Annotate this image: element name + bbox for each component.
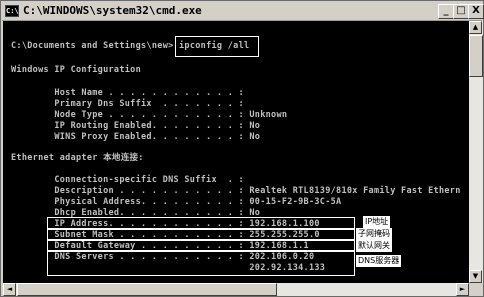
scroll-right-arrow-icon[interactable]: ► [456,283,469,296]
title-bar[interactable]: C:\ C:\WINDOWS\system32\cmd.exe _ □ X [2,2,484,21]
console-line: Windows IP Configuration [11,65,142,75]
close-button[interactable]: X [468,4,484,19]
minimize-button[interactable]: _ [438,4,454,19]
vertical-scrollbar[interactable]: ▲ ▼ [469,21,483,283]
console-line: Ethernet adapter 本地连接: [11,153,144,163]
scroll-up-arrow-icon[interactable]: ▲ [469,21,482,34]
console-output[interactable]: C:\Documents and Settings\new> ipconfig … [3,21,469,283]
scroll-left-arrow-icon[interactable]: ◄ [3,283,16,296]
resize-corner [469,283,483,296]
cmd-app-icon[interactable]: C:\ [5,5,19,17]
dns-servers-highlight-box [47,250,355,276]
maximize-button[interactable]: □ [453,4,469,19]
horizontal-scroll-thumb[interactable] [17,283,277,296]
console-line: WINS Proxy Enabled. . . . . . . . : No [11,132,261,142]
gateway-note: 默认网关 [356,240,392,252]
dns-servers-note: DNS服务器 [356,255,402,267]
subnet-mask-note: 子网掩码 [356,228,392,240]
vertical-scroll-thumb[interactable] [469,35,483,77]
horizontal-scrollbar[interactable]: ◄ ► [3,283,469,296]
console-prompt: C:\Documents and Settings\new> [11,41,174,51]
scroll-down-arrow-icon[interactable]: ▼ [469,270,482,283]
command-highlight-box [175,36,259,57]
window-title: C:\WINDOWS\system32\cmd.exe [23,4,202,17]
cmd-window: C:\ C:\WINDOWS\system32\cmd.exe _ □ X C:… [0,0,484,297]
ip-address-note: IP地址 [363,216,391,228]
